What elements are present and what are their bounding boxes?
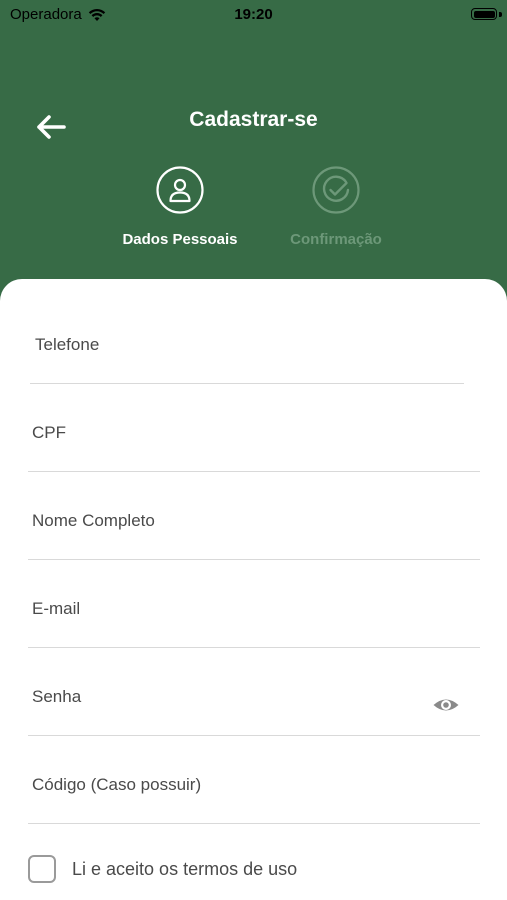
terms-label: Li e aceito os termos de uso: [72, 858, 298, 879]
code-field[interactable]: Código (Caso possuir): [28, 719, 480, 824]
page-title: Cadastrar-se: [189, 108, 318, 131]
check-circle-icon: [312, 166, 360, 214]
phone-field-label: Telefone: [35, 335, 100, 354]
phone-field[interactable]: Telefone: [28, 279, 480, 384]
terms-row[interactable]: Li e aceito os termos de uso: [28, 855, 297, 883]
eye-icon[interactable]: [432, 691, 460, 719]
terms-checkbox[interactable]: [28, 855, 56, 883]
password-field-label: Senha: [32, 687, 82, 706]
form-card: Telefone CPF Nome Completo E-mail Senha …: [0, 279, 507, 900]
code-field-underline: [28, 823, 480, 824]
status-time: 19:20: [234, 6, 273, 23]
step-label-confirmation: Confirmação: [290, 231, 382, 248]
email-field[interactable]: E-mail: [28, 543, 480, 648]
step-confirmation: Confirmação: [256, 166, 416, 248]
code-field-label: Código (Caso possuir): [32, 775, 202, 794]
battery-tip: [499, 12, 502, 17]
step-label-personal-data: Dados Pessoais: [122, 231, 238, 248]
status-bar: Operadora 19:20: [0, 0, 507, 28]
full-name-field-label: Nome Completo: [32, 511, 155, 530]
password-field[interactable]: Senha: [28, 631, 480, 736]
email-field-label: E-mail: [32, 599, 81, 618]
cpf-field-label: CPF: [32, 423, 66, 442]
user-icon: [156, 166, 204, 214]
full-name-field[interactable]: Nome Completo: [28, 455, 480, 560]
cpf-field[interactable]: CPF: [28, 367, 480, 472]
step-personal-data: Dados Pessoais: [100, 166, 260, 248]
battery-icon: [471, 8, 497, 20]
